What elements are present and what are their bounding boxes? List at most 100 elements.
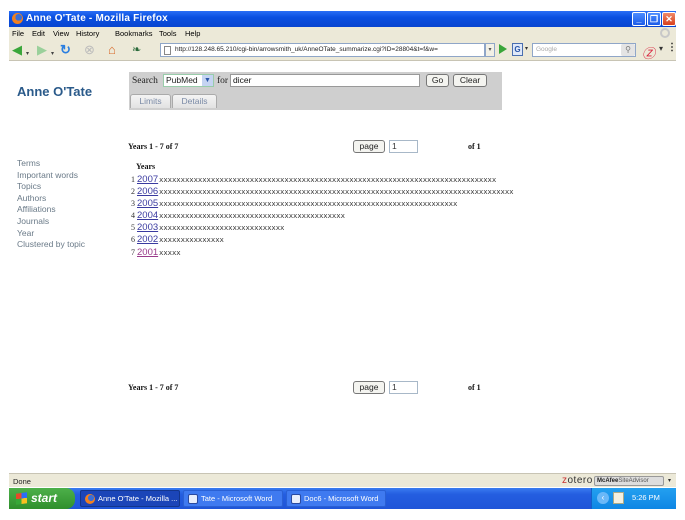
page-button-bottom[interactable]: page xyxy=(353,381,385,394)
clear-button[interactable]: Clear xyxy=(453,74,487,87)
year-count-bar: xxxxxxxxxxxxxxxxxxxxxxxxxxxxx xyxy=(159,223,285,233)
sidebar-item-authors[interactable]: Authors xyxy=(17,193,85,205)
year-link[interactable]: 2006 xyxy=(137,186,158,197)
chevron-down-icon[interactable]: ▼ xyxy=(202,75,213,86)
throbber-icon xyxy=(660,28,670,38)
year-link[interactable]: 2004 xyxy=(137,210,158,221)
results-summary-top: Years 1 - 7 of 7 xyxy=(128,142,179,151)
for-label: for xyxy=(217,76,229,86)
stop-icon[interactable]: ⊗ xyxy=(84,43,95,57)
row-index: 2 xyxy=(131,187,135,197)
task-label: Anne O'Tate - Mozilla ... xyxy=(98,494,178,503)
year-link[interactable]: 2007 xyxy=(137,174,158,185)
minimize-button[interactable]: _ xyxy=(632,12,646,26)
sidebar-item-terms[interactable]: Terms xyxy=(17,158,85,170)
bookmark-leaf-icon[interactable]: ❧ xyxy=(132,43,141,57)
start-button[interactable]: start xyxy=(9,488,75,509)
row-index: 4 xyxy=(131,211,135,221)
word-icon xyxy=(188,494,198,504)
sidebar-item-year[interactable]: Year xyxy=(17,228,85,240)
database-select[interactable]: PubMed ▼ xyxy=(163,74,214,87)
mcafee-label: SiteAdvisor xyxy=(618,478,649,484)
page-button-top[interactable]: page xyxy=(353,140,385,153)
forward-icon[interactable]: ▶ xyxy=(37,43,47,57)
menu-bookmarks[interactable]: Bookmarks xyxy=(115,29,153,38)
browser-window: Anne O'Tate - Mozilla Firefox _ ❐ ✕ File… xyxy=(9,11,677,509)
back-dropdown-icon[interactable]: ▾ xyxy=(26,47,29,61)
url-history-dropdown[interactable]: ▾ xyxy=(485,43,495,57)
menu-help[interactable]: Help xyxy=(185,29,200,38)
navigation-toolbar: ◀ ▾ ▶ ▾ ↻ ⊗ ⌂ ❧ http://128.248.65.210/cg… xyxy=(9,40,677,62)
query-input[interactable]: dicer xyxy=(230,74,420,87)
year-link[interactable]: 2003 xyxy=(137,222,158,233)
task-word-tate[interactable]: Tate - Microsoft Word xyxy=(183,490,283,507)
years-header: Years xyxy=(136,162,156,171)
year-link[interactable]: 2005 xyxy=(137,198,158,209)
restore-button[interactable]: ❐ xyxy=(647,12,661,26)
search-panel: Search PubMed ▼ for dicer Go Clear Limit… xyxy=(129,72,502,110)
year-count-bar: xxxxx xyxy=(159,247,181,257)
toolbar-overflow-icon[interactable]: ⋮ xyxy=(667,42,677,53)
row-index: 1 xyxy=(131,175,135,184)
row-index: 5 xyxy=(131,223,135,233)
mcafee-dropdown-icon[interactable]: ▾ xyxy=(668,477,671,484)
search-label: Search xyxy=(132,76,158,86)
firefox-icon xyxy=(12,13,23,24)
tray-app-icon[interactable] xyxy=(613,492,624,504)
search-engine-dropdown-icon[interactable]: ▾ xyxy=(525,45,528,52)
back-icon[interactable]: ◀ xyxy=(12,43,22,57)
tab-details[interactable]: Details xyxy=(172,94,217,108)
zotero-status-button[interactable]: zotero xyxy=(562,475,593,486)
show-hidden-icons-button[interactable]: ‹ xyxy=(597,492,609,504)
sidebar-item-clustered-by-topic[interactable]: Clustered by topic xyxy=(17,239,85,251)
row-index: 7 xyxy=(131,247,135,257)
zotero-dropdown-icon[interactable]: ▾ xyxy=(659,44,663,53)
page-input-bottom[interactable]: 1 xyxy=(389,381,418,394)
system-tray: ‹ 5:26 PM xyxy=(591,488,676,509)
firefox-icon xyxy=(85,494,95,504)
window-title: Anne O'Tate - Mozilla Firefox xyxy=(26,13,168,24)
year-count-bar: xxxxxxxxxxxxxxxxxxxxxxxxxxxxxxxxxxxxxxxx… xyxy=(159,175,497,184)
sidebar-item-important-words[interactable]: Important words xyxy=(17,170,85,182)
site-logo[interactable]: Anne O'Tate xyxy=(17,84,92,99)
menu-edit[interactable]: Edit xyxy=(32,29,45,38)
tab-limits[interactable]: Limits xyxy=(130,94,171,108)
close-button[interactable]: ✕ xyxy=(662,12,676,26)
go-icon[interactable] xyxy=(499,44,507,54)
year-count-bar: xxxxxxxxxxxxxxxxxxxxxxxxxxxxxxxxxxxxxxxx… xyxy=(159,187,514,197)
reload-icon[interactable]: ↻ xyxy=(60,43,71,57)
mcafee-siteadvisor-button[interactable]: McAfeeSiteAdvisor xyxy=(594,476,664,486)
sidebar-item-topics[interactable]: Topics xyxy=(17,181,85,193)
menu-view[interactable]: View xyxy=(53,29,69,38)
start-label: start xyxy=(31,491,58,505)
sidebar-item-affiliations[interactable]: Affiliations xyxy=(17,204,85,216)
task-word-doc6[interactable]: Doc6 - Microsoft Word xyxy=(286,490,386,507)
page-count-bottom: of 1 xyxy=(468,383,481,392)
title-bar: Anne O'Tate - Mozilla Firefox _ ❐ ✕ xyxy=(9,11,676,27)
taskbar: start Anne O'Tate - Mozilla ... Tate - M… xyxy=(9,488,676,509)
status-text: Done xyxy=(13,477,31,486)
magnifier-icon[interactable]: ⚲ xyxy=(621,44,635,56)
zotero-icon[interactable]: Ⓩ xyxy=(642,43,655,62)
sidebar-item-journals[interactable]: Journals xyxy=(17,216,85,228)
menu-history[interactable]: History xyxy=(76,29,99,38)
task-label: Doc6 - Microsoft Word xyxy=(304,494,379,503)
menu-tools[interactable]: Tools xyxy=(159,29,177,38)
row-index: 3 xyxy=(131,199,135,209)
url-text: http://128.248.65.210/cgi-bin/arrowsmith… xyxy=(175,46,438,53)
task-firefox[interactable]: Anne O'Tate - Mozilla ... xyxy=(80,490,180,507)
go-button[interactable]: Go xyxy=(426,74,449,87)
menu-bar: File Edit View History Bookmarks Tools H… xyxy=(9,27,676,40)
menu-file[interactable]: File xyxy=(12,29,24,38)
year-link[interactable]: 2002 xyxy=(137,234,158,245)
search-engine-icon[interactable]: G xyxy=(512,43,523,56)
row-index: 6 xyxy=(131,235,135,245)
page-input-top[interactable]: 1 xyxy=(389,140,418,153)
home-icon[interactable]: ⌂ xyxy=(108,43,116,57)
database-value: PubMed xyxy=(166,75,198,85)
year-link[interactable]: 2001 xyxy=(137,247,158,258)
forward-dropdown-icon[interactable]: ▾ xyxy=(51,47,54,61)
url-bar[interactable]: http://128.248.65.210/cgi-bin/arrowsmith… xyxy=(160,43,485,57)
year-count-bar: xxxxxxxxxxxxxxxxxxxxxxxxxxxxxxxxxxxxxxxx… xyxy=(159,211,345,221)
year-count-bar: xxxxxxxxxxxxxxxxxxxxxxxxxxxxxxxxxxxxxxxx… xyxy=(159,199,458,209)
